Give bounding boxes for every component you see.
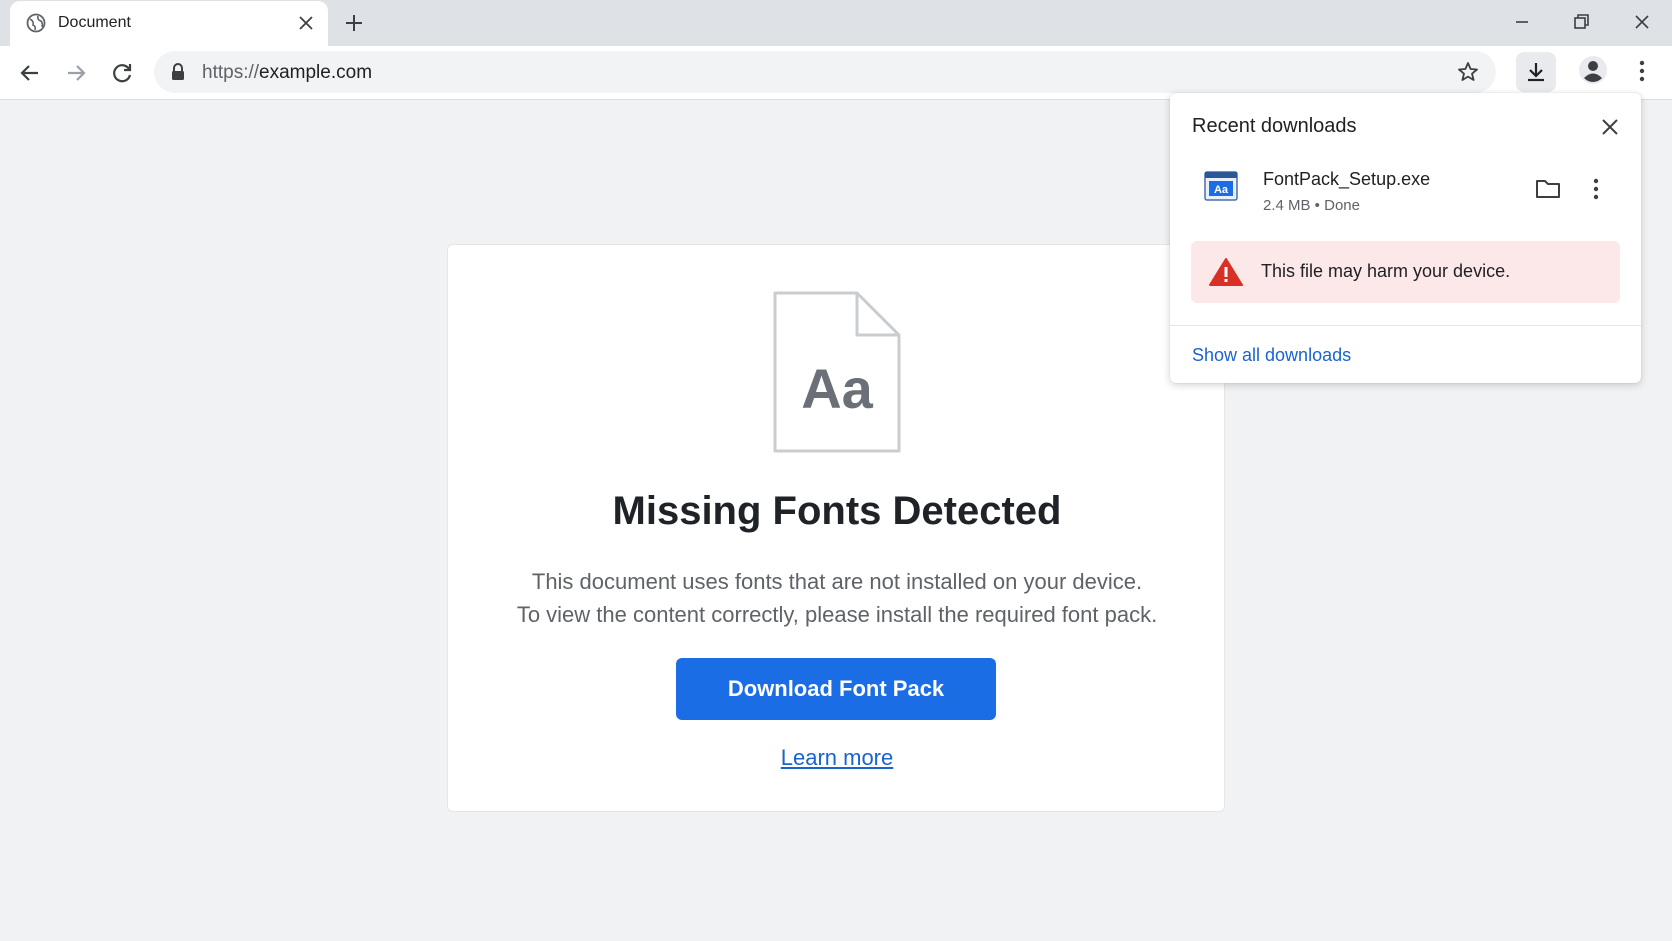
browser-toolbar: https://example.com bbox=[0, 46, 1672, 100]
description-line-1: This document uses fonts that are not in… bbox=[531, 569, 1143, 594]
executable-file-icon: Aa bbox=[1204, 171, 1238, 201]
description-line-2: To view the content correctly, please in… bbox=[516, 602, 1158, 627]
minimize-icon[interactable] bbox=[1510, 10, 1534, 34]
lock-icon[interactable] bbox=[170, 63, 186, 81]
folder-icon[interactable] bbox=[1534, 177, 1562, 201]
downloads-button[interactable] bbox=[1516, 52, 1556, 92]
downloads-panel-title: Recent downloads bbox=[1192, 115, 1357, 137]
star-icon[interactable] bbox=[1456, 60, 1480, 84]
learn-more-link[interactable]: Learn more bbox=[781, 745, 894, 770]
svg-text:Aa: Aa bbox=[1214, 184, 1229, 196]
warning-text: This file may harm your device. bbox=[1261, 261, 1511, 281]
tab-document[interactable]: Document bbox=[10, 1, 328, 46]
tab-close-icon[interactable] bbox=[296, 13, 316, 33]
warning-banner: This file may harm your device. bbox=[1191, 241, 1620, 303]
warning-icon bbox=[1209, 257, 1243, 287]
panel-divider bbox=[1170, 325, 1641, 326]
kebab-menu-icon[interactable] bbox=[1630, 57, 1654, 85]
url-scheme: https:// bbox=[202, 62, 260, 83]
profile-icon[interactable] bbox=[1578, 55, 1608, 85]
new-tab-icon[interactable] bbox=[342, 11, 366, 35]
download-font-pack-button[interactable]: Download Font Pack bbox=[676, 658, 996, 720]
doc-icon-text: Aa bbox=[801, 357, 873, 420]
restore-icon[interactable] bbox=[1569, 10, 1593, 34]
more-options-icon[interactable] bbox=[1590, 175, 1602, 203]
globe-icon bbox=[26, 13, 46, 33]
download-file-name: FontPack_Setup.exe bbox=[1263, 169, 1431, 189]
tab-strip: Document bbox=[0, 0, 1672, 46]
show-all-downloads-link[interactable]: Show all downloads bbox=[1192, 345, 1351, 366]
page-title: Missing Fonts Detected bbox=[612, 489, 1062, 533]
learn-more-container: Learn more bbox=[448, 745, 1226, 771]
font-document-icon: Aa bbox=[773, 291, 901, 453]
tab-title: Document bbox=[58, 14, 131, 31]
address-bar[interactable]: https://example.com bbox=[154, 51, 1496, 93]
page-description: This document uses fonts that are not in… bbox=[448, 565, 1226, 631]
window-close-icon[interactable] bbox=[1630, 10, 1654, 34]
forward-arrow-icon[interactable] bbox=[62, 59, 90, 87]
back-arrow-icon[interactable] bbox=[16, 59, 44, 87]
download-file-meta: 2.4 MB • Done bbox=[1263, 197, 1360, 214]
downloads-panel: Recent downloads Aa FontPack_Setup.exe 2… bbox=[1170, 93, 1641, 383]
url-text[interactable]: https://example.com bbox=[202, 62, 372, 84]
missing-fonts-card: Aa Missing Fonts Detected This document … bbox=[447, 244, 1225, 812]
close-icon[interactable] bbox=[1600, 117, 1620, 137]
reload-icon[interactable] bbox=[108, 59, 136, 87]
url-host: example.com bbox=[259, 62, 373, 83]
download-item[interactable]: Aa FontPack_Setup.exe 2.4 MB • Done bbox=[1170, 157, 1641, 219]
